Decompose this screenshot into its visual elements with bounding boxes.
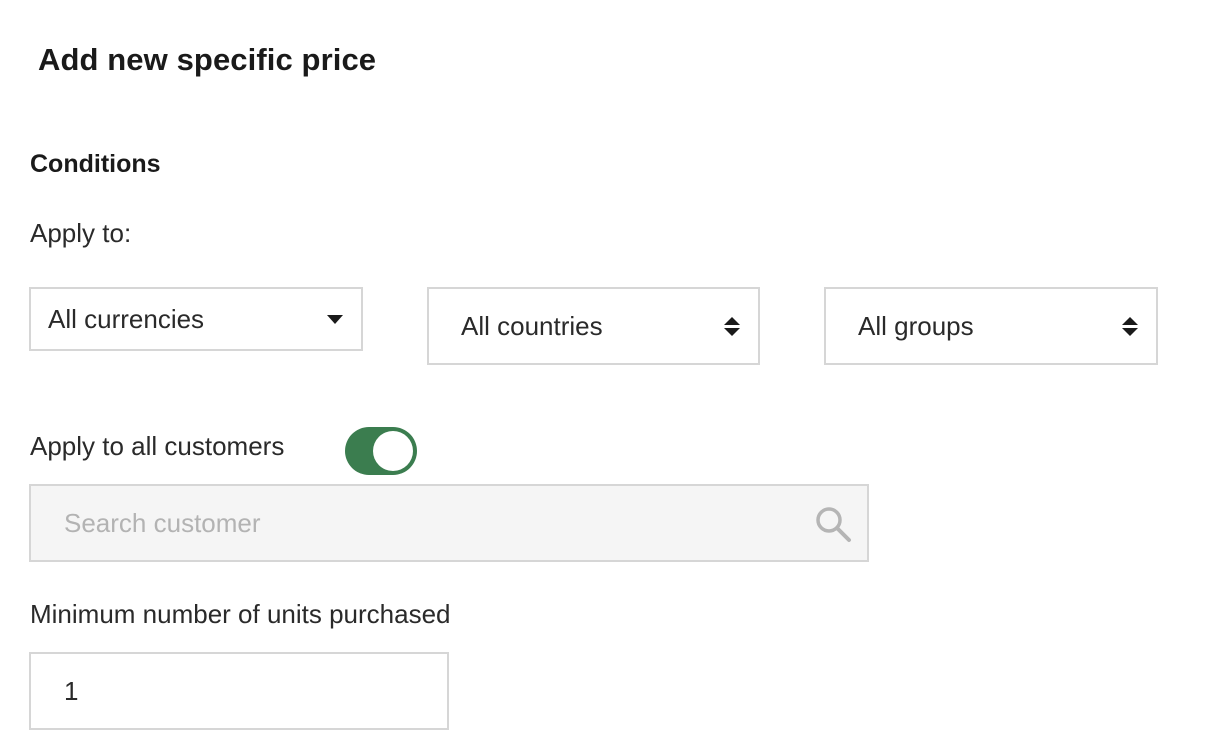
apply-all-customers-label: Apply to all customers	[30, 431, 285, 461]
search-icon[interactable]	[813, 504, 853, 544]
conditions-heading: Conditions	[30, 150, 161, 178]
min-units-label: Minimum number of units purchased	[30, 599, 451, 629]
currency-select-value: All currencies	[48, 303, 205, 334]
group-select-value: All groups	[858, 310, 974, 341]
apply-all-customers-toggle[interactable]	[345, 427, 417, 475]
page-title: Add new specific price	[38, 42, 377, 77]
caret-down-icon	[327, 314, 343, 324]
min-units-field	[29, 652, 449, 730]
specific-price-form: Add new specific price Conditions Apply …	[0, 0, 1206, 756]
sort-arrows-icon	[724, 316, 740, 336]
apply-to-label: Apply to:	[30, 218, 132, 248]
sort-arrows-icon	[1122, 316, 1138, 336]
country-select[interactable]: All countries	[427, 287, 760, 365]
search-customer-input[interactable]	[31, 486, 867, 560]
group-select[interactable]: All groups	[824, 287, 1158, 365]
min-units-input[interactable]	[31, 654, 447, 728]
toggle-knob	[373, 431, 413, 471]
search-customer-field	[29, 484, 869, 562]
currency-select[interactable]: All currencies	[29, 287, 363, 351]
country-select-value: All countries	[461, 310, 603, 341]
